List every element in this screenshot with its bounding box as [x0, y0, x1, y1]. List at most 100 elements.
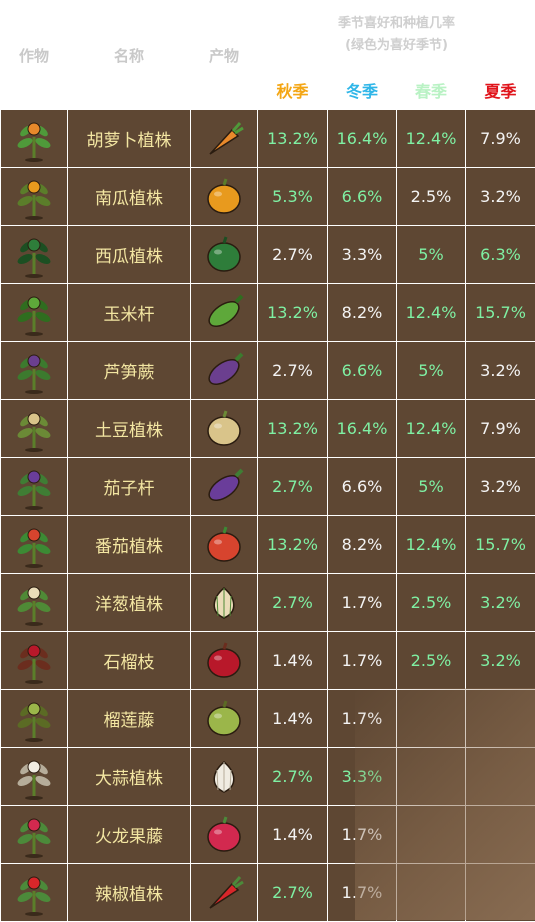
empty-cell [397, 806, 466, 864]
crop-cell [1, 574, 68, 632]
season-rate: 16.4% [328, 400, 397, 458]
crop-cell [1, 458, 68, 516]
season-rate: 1.4% [258, 690, 328, 748]
garlic-icon [202, 756, 246, 798]
season-rate: 1.7% [328, 864, 397, 922]
season-rate: 1.7% [328, 806, 397, 864]
header-crop: 作物 [1, 1, 68, 110]
crop-name: 南瓜植株 [68, 168, 191, 226]
empty-cell [466, 748, 535, 806]
season-rate: 3.2% [466, 574, 535, 632]
durian-plant-icon [14, 695, 54, 743]
season-rate: 7.9% [466, 400, 535, 458]
dragonfruit-icon [202, 814, 246, 856]
pomegranate-plant-icon [14, 637, 54, 685]
table-row: 土豆植株13.2%16.4%12.4%7.9% [1, 400, 535, 458]
empty-cell [466, 806, 535, 864]
season-rate: 12.4% [397, 110, 466, 168]
carrot-plant-icon [14, 115, 54, 163]
garlic-plant-icon [14, 753, 54, 801]
table-row: 榴莲藤1.4%1.7% [1, 690, 535, 748]
crop-cell [1, 748, 68, 806]
season-rate: 3.3% [328, 226, 397, 284]
season-rate: 1.4% [258, 632, 328, 690]
pumpkin-icon [202, 176, 246, 218]
header-winter: 冬季 [328, 70, 397, 110]
season-rate: 15.7% [466, 284, 535, 342]
table-row: 大蒜植株 2.7%3.3% [1, 748, 535, 806]
season-rate: 6.3% [466, 226, 535, 284]
product-cell [191, 342, 258, 400]
season-rate: 2.7% [258, 748, 328, 806]
table-row: 南瓜植株5.3%6.6%2.5%3.2% [1, 168, 535, 226]
product-cell [191, 168, 258, 226]
empty-cell [397, 748, 466, 806]
crop-cell [1, 516, 68, 574]
season-rate: 13.2% [258, 284, 328, 342]
season-rate: 6.6% [328, 342, 397, 400]
header-product: 产物 [191, 1, 258, 110]
table-row: 火龙果藤1.4%1.7% [1, 806, 535, 864]
product-cell [191, 574, 258, 632]
season-rate: 3.2% [466, 632, 535, 690]
season-rate: 15.7% [466, 516, 535, 574]
crop-name: 土豆植株 [68, 400, 191, 458]
product-cell [191, 400, 258, 458]
header-autumn: 秋季 [258, 70, 328, 110]
empty-cell [397, 864, 466, 922]
crop-name: 大蒜植株 [68, 748, 191, 806]
season-rate: 13.2% [258, 516, 328, 574]
product-cell [191, 284, 258, 342]
crop-cell [1, 400, 68, 458]
table-body: 胡萝卜植株13.2%16.4%12.4%7.9%南瓜植株5.3%6.6%2.5%… [1, 110, 535, 922]
dragonfruit-plant-icon [14, 811, 54, 859]
watermelon-icon [202, 234, 246, 276]
header-note-line1: 季节喜好和种植几率 [258, 13, 535, 35]
table-row: 石榴枝1.4%1.7%2.5%3.2% [1, 632, 535, 690]
season-rate: 3.2% [466, 458, 535, 516]
season-rate: 8.2% [328, 284, 397, 342]
product-cell [191, 690, 258, 748]
season-rate: 1.4% [258, 806, 328, 864]
product-cell [191, 458, 258, 516]
season-rate: 2.7% [258, 458, 328, 516]
season-rate: 2.7% [258, 574, 328, 632]
empty-cell [397, 690, 466, 748]
product-cell [191, 516, 258, 574]
table-row: 辣椒植株2.7%1.7% [1, 864, 535, 922]
crop-name: 石榴枝 [68, 632, 191, 690]
table-row: 胡萝卜植株13.2%16.4%12.4%7.9% [1, 110, 535, 168]
corn-plant-icon [14, 289, 54, 337]
durian-icon [202, 698, 246, 740]
pepper-icon [202, 872, 246, 914]
asparagus-icon [202, 350, 246, 392]
crop-cell [1, 110, 68, 168]
season-rate: 2.5% [397, 168, 466, 226]
eggplant-icon [202, 466, 246, 508]
eggplant-plant-icon [14, 463, 54, 511]
season-rate: 2.5% [397, 574, 466, 632]
season-rate: 3.3% [328, 748, 397, 806]
crop-name: 胡萝卜植株 [68, 110, 191, 168]
season-rate: 13.2% [258, 110, 328, 168]
product-cell [191, 226, 258, 284]
product-cell [191, 864, 258, 922]
potato-icon [202, 408, 246, 450]
corn-icon [202, 292, 246, 334]
pepper-plant-icon [14, 869, 54, 917]
season-rate: 12.4% [397, 284, 466, 342]
season-rate: 1.7% [328, 690, 397, 748]
crop-name: 辣椒植株 [68, 864, 191, 922]
crop-cell [1, 806, 68, 864]
season-rate: 8.2% [328, 516, 397, 574]
season-rate: 2.5% [397, 632, 466, 690]
crop-cell [1, 690, 68, 748]
pomegranate-icon [202, 640, 246, 682]
table-row: 茄子杆2.7%6.6%5%3.2% [1, 458, 535, 516]
tomato-icon [202, 524, 246, 566]
crop-name: 洋葱植株 [68, 574, 191, 632]
season-rate: 5.3% [258, 168, 328, 226]
onion-plant-icon [14, 579, 54, 627]
crop-name: 西瓜植株 [68, 226, 191, 284]
season-rate: 5% [397, 226, 466, 284]
